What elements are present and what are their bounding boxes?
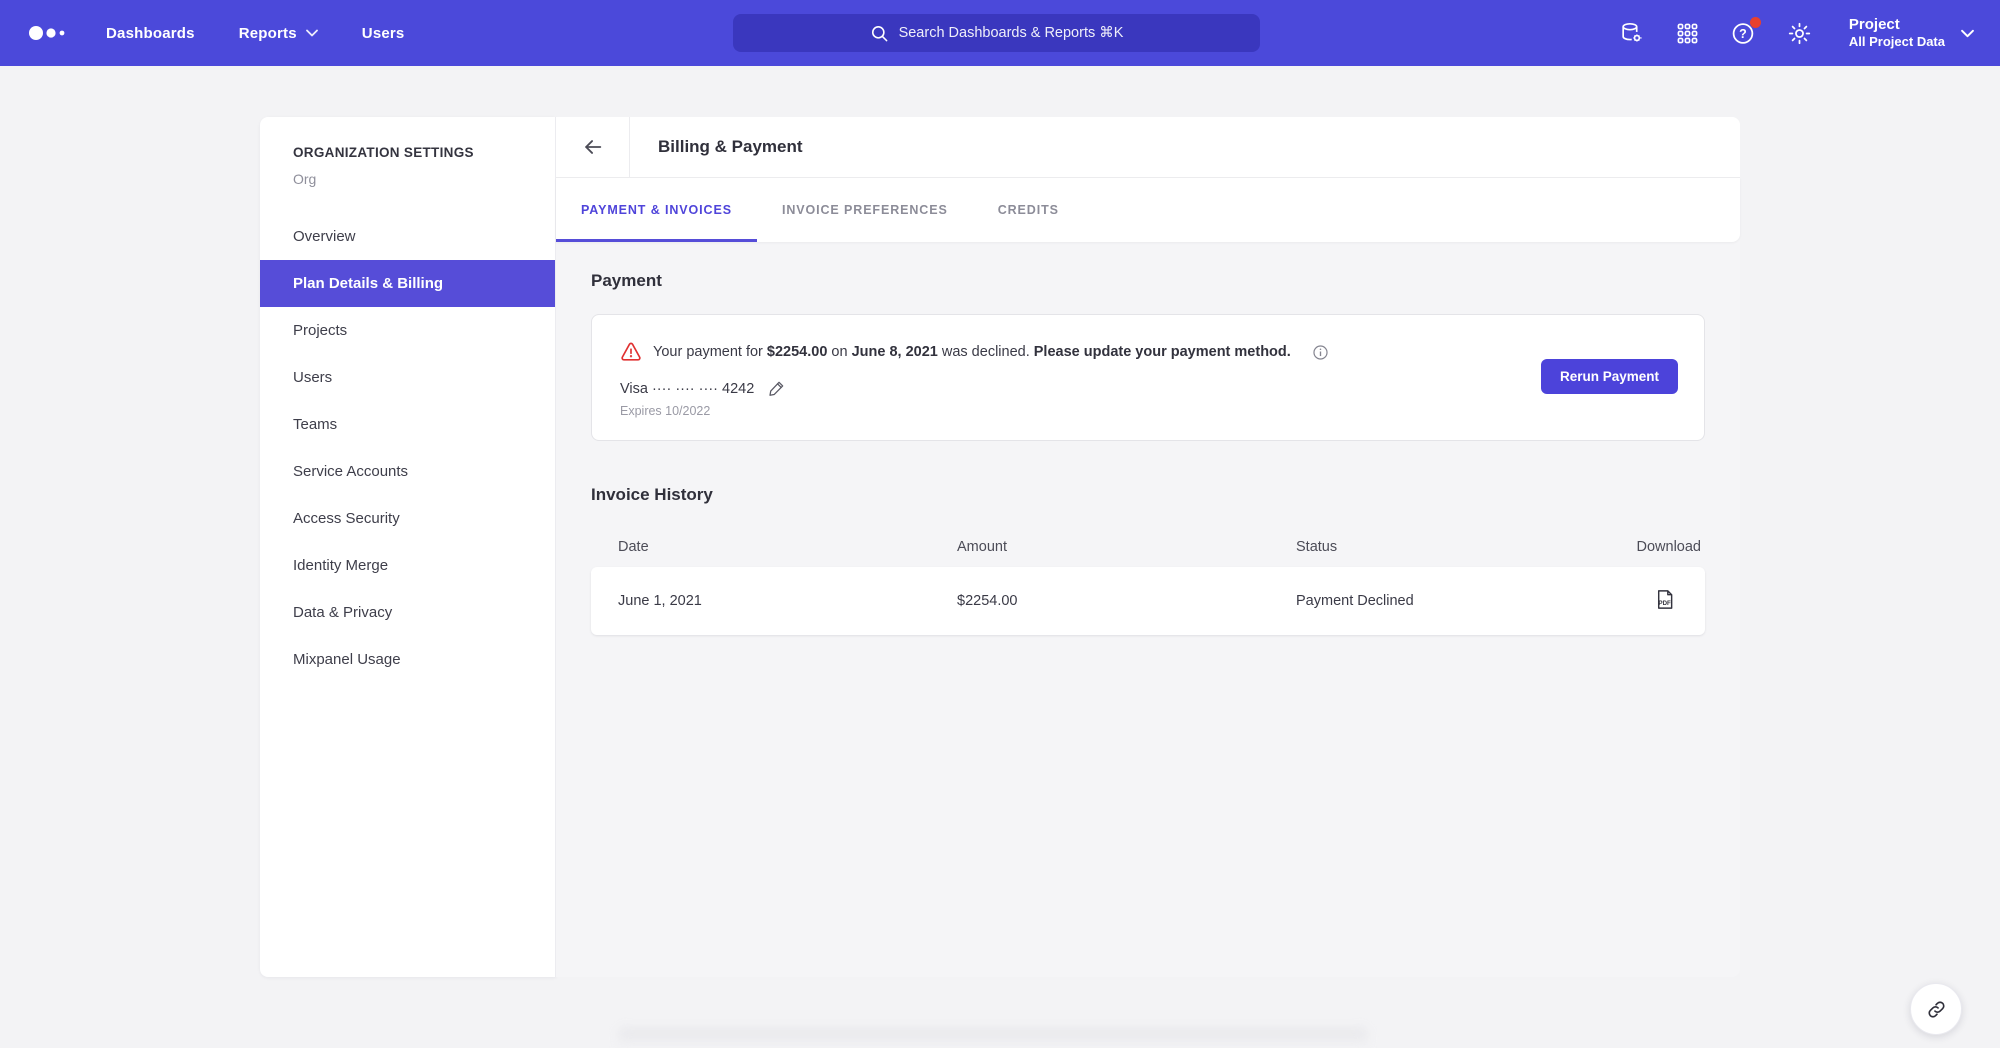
sidebar-item-users[interactable]: Users xyxy=(260,354,555,401)
copy-link-button[interactable] xyxy=(1910,983,1962,1035)
sidebar-section-title: ORGANIZATION SETTINGS xyxy=(260,145,555,160)
sidebar-item-label: Identity Merge xyxy=(293,557,388,574)
sidebar-item-label: Plan Details & Billing xyxy=(293,275,443,292)
invoice-history-table: Date Amount Status Download June 1, 2021… xyxy=(591,527,1705,635)
organization-name: Org xyxy=(260,171,555,187)
project-label: Project xyxy=(1849,16,1945,34)
tab-credits[interactable]: CREDITS xyxy=(973,178,1084,242)
sidebar-item-plan-details-billing[interactable]: Plan Details & Billing xyxy=(260,260,555,307)
help-notification-dot xyxy=(1750,17,1761,28)
data-management-button[interactable] xyxy=(1619,20,1645,46)
tab-label: CREDITS xyxy=(998,203,1059,217)
warning-triangle-icon xyxy=(620,341,642,363)
settings-button[interactable] xyxy=(1787,20,1813,46)
sidebar-item-label: Teams xyxy=(293,416,337,433)
billing-content: Billing & Payment PAYMENT & INVOICES INV… xyxy=(556,117,1740,977)
page-title: Billing & Payment xyxy=(630,117,803,177)
payment-declined-message: Your payment for $2254.00 on June 8, 202… xyxy=(620,341,1676,363)
bottom-scroll-shadow xyxy=(618,1028,1368,1048)
project-switcher[interactable]: Project All Project Data xyxy=(1849,16,1974,50)
back-button[interactable] xyxy=(556,117,630,177)
nav-item-users[interactable]: Users xyxy=(362,25,405,42)
nav-item-label: Reports xyxy=(239,25,297,42)
column-header-status: Status xyxy=(1296,539,1626,555)
svg-text:PDF: PDF xyxy=(1659,599,1672,606)
nav-item-label: Dashboards xyxy=(106,25,195,42)
download-pdf-button[interactable]: PDF xyxy=(1652,588,1675,611)
credit-card-number: Visa ···· ···· ···· 4242 xyxy=(620,381,754,397)
sidebar-item-label: Access Security xyxy=(293,510,400,527)
main-panel: ORGANIZATION SETTINGS Org Overview Plan … xyxy=(260,117,1740,977)
info-circle-icon xyxy=(1312,344,1329,361)
chevron-down-icon xyxy=(1961,29,1974,38)
svg-text:?: ? xyxy=(1740,26,1748,40)
invoice-amount: $2254.00 xyxy=(957,593,1296,609)
column-header-download: Download xyxy=(1626,539,1701,555)
pencil-icon xyxy=(767,379,786,398)
column-header-amount: Amount xyxy=(957,539,1296,555)
invoice-table-row: June 1, 2021 $2254.00 Payment Declined P… xyxy=(591,567,1705,635)
card-expiration: Expires 10/2022 xyxy=(620,404,1676,418)
sidebar-item-label: Projects xyxy=(293,322,347,339)
tab-label: INVOICE PREFERENCES xyxy=(782,203,948,217)
sidebar-item-label: Users xyxy=(293,369,332,386)
update-payment-prompt: Please update your payment method. xyxy=(1034,344,1291,360)
sidebar-item-access-security[interactable]: Access Security xyxy=(260,495,555,542)
nav-item-reports[interactable]: Reports xyxy=(239,25,318,42)
chevron-down-icon xyxy=(306,29,318,37)
tab-label: PAYMENT & INVOICES xyxy=(581,203,732,217)
help-button[interactable]: ? xyxy=(1731,20,1757,46)
sidebar-item-label: Overview xyxy=(293,228,356,245)
rerun-payment-button[interactable]: Rerun Payment xyxy=(1541,359,1678,394)
invoice-date: June 1, 2021 xyxy=(618,593,957,609)
tab-payment-invoices[interactable]: PAYMENT & INVOICES xyxy=(556,178,757,242)
mixpanel-logo[interactable] xyxy=(28,23,72,43)
content-header: Billing & Payment xyxy=(556,117,1740,178)
mixpanel-logo-icon xyxy=(28,24,72,42)
sidebar-item-label: Service Accounts xyxy=(293,463,408,480)
sidebar-item-identity-merge[interactable]: Identity Merge xyxy=(260,542,555,589)
link-chain-icon xyxy=(1926,999,1947,1020)
search-placeholder: Search Dashboards & Reports ⌘K xyxy=(899,25,1124,41)
nav-item-dashboards[interactable]: Dashboards xyxy=(106,25,195,42)
sidebar-item-teams[interactable]: Teams xyxy=(260,401,555,448)
info-button[interactable] xyxy=(1312,344,1329,361)
invoice-history-heading: Invoice History xyxy=(591,485,1705,505)
arrow-left-icon xyxy=(582,136,604,158)
edit-card-button[interactable] xyxy=(767,379,786,398)
nav-right-controls: ? Project All Project Data xyxy=(1619,0,1974,66)
declined-amount: $2254.00 xyxy=(767,344,827,360)
nav-item-label: Users xyxy=(362,25,405,42)
payment-declined-text: Your payment for $2254.00 on June 8, 202… xyxy=(653,344,1291,360)
declined-date: June 8, 2021 xyxy=(852,344,938,360)
payment-heading: Payment xyxy=(591,271,1705,291)
apps-grid-button[interactable] xyxy=(1675,20,1701,46)
sidebar-menu: Overview Plan Details & Billing Projects… xyxy=(260,213,555,683)
sidebar-item-label: Mixpanel Usage xyxy=(293,651,401,668)
sidebar-item-projects[interactable]: Projects xyxy=(260,307,555,354)
credit-card-row: Visa ···· ···· ···· 4242 xyxy=(620,379,1676,398)
tab-invoice-preferences[interactable]: INVOICE PREFERENCES xyxy=(757,178,973,242)
nav-items: Dashboards Reports Users xyxy=(106,25,404,42)
search-icon xyxy=(870,24,889,43)
sidebar-item-overview[interactable]: Overview xyxy=(260,213,555,260)
data-management-icon xyxy=(1619,21,1644,46)
organization-settings-sidebar: ORGANIZATION SETTINGS Org Overview Plan … xyxy=(260,117,556,977)
search-input[interactable]: Search Dashboards & Reports ⌘K xyxy=(733,14,1260,52)
pdf-document-icon: PDF xyxy=(1652,588,1675,611)
apps-grid-icon xyxy=(1676,22,1699,45)
sidebar-item-label: Data & Privacy xyxy=(293,604,392,621)
payment-declined-card: Your payment for $2254.00 on June 8, 202… xyxy=(591,314,1705,441)
billing-tabs: PAYMENT & INVOICES INVOICE PREFERENCES C… xyxy=(556,178,1740,242)
top-navigation-bar: Dashboards Reports Users Search Dashboar… xyxy=(0,0,2000,66)
sidebar-item-service-accounts[interactable]: Service Accounts xyxy=(260,448,555,495)
payment-section: Payment Your payment for $2254.00 on Jun… xyxy=(556,242,1740,635)
settings-gear-icon xyxy=(1787,21,1812,46)
sidebar-item-data-privacy[interactable]: Data & Privacy xyxy=(260,589,555,636)
invoice-status: Payment Declined xyxy=(1296,593,1626,609)
invoice-table-header: Date Amount Status Download xyxy=(591,527,1705,567)
sidebar-item-mixpanel-usage[interactable]: Mixpanel Usage xyxy=(260,636,555,683)
column-header-date: Date xyxy=(618,539,957,555)
project-value: All Project Data xyxy=(1849,34,1945,50)
